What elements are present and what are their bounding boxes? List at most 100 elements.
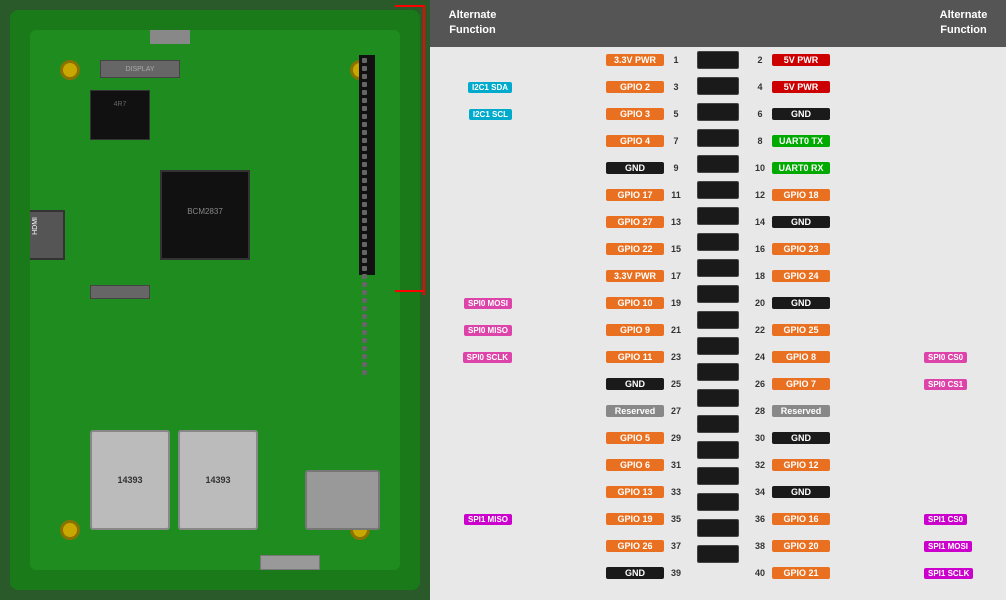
left-pin-row-15: GPIO 631 <box>515 452 688 479</box>
pinout-panel: AlternateFunction AlternateFunction I2C1… <box>430 0 1006 600</box>
connector-pin-2 <box>697 103 739 121</box>
left-alt-row-8 <box>430 263 515 290</box>
header-right-alt: AlternateFunction <box>921 0 1006 47</box>
left-pin-row-14: GPIO 529 <box>515 425 688 452</box>
left-pin-row-12: GND25 <box>515 371 688 398</box>
right-pin-row-6: 14GND <box>748 209 921 236</box>
connector-pin-10 <box>697 311 739 329</box>
left-pin-row-17: GPIO 1935 <box>515 506 688 533</box>
connector-pin-13 <box>697 389 739 407</box>
right-alt-row-18: SPI1 MOSI <box>921 533 1006 560</box>
header-center-right <box>748 0 921 47</box>
left-pin-row-13: Reserved27 <box>515 398 688 425</box>
board-background: DISPLAY BCM2837 4R7 HDMI 14393 <box>10 10 420 590</box>
header-center <box>688 0 748 47</box>
left-pin-row-19: GND39 <box>515 560 688 587</box>
right-pin-row-5: 12GPIO 18 <box>748 182 921 209</box>
right-pin-row-16: 34GND <box>748 479 921 506</box>
right-alt-row-13 <box>921 398 1006 425</box>
right-pin-row-0: 25V PWR <box>748 47 921 74</box>
connector-pin-9 <box>697 285 739 303</box>
right-alt-row-8 <box>921 263 1006 290</box>
left-pin-row-8: 3.3V PWR17 <box>515 263 688 290</box>
usb-label-1: 14393 <box>117 475 142 485</box>
connector-line-bottom <box>395 290 425 292</box>
left-alt-row-3 <box>430 128 515 155</box>
left-alt-row-4 <box>430 155 515 182</box>
hdmi-label: HDMI <box>30 212 41 240</box>
left-alt-row-2: I2C1 SCL <box>430 101 515 128</box>
right-alt-row-4 <box>921 155 1006 182</box>
right-alt-row-15 <box>921 452 1006 479</box>
connector-pin-15 <box>697 441 739 459</box>
right-alt-row-2 <box>921 101 1006 128</box>
connector-line-top <box>395 5 425 7</box>
pinout-header: AlternateFunction AlternateFunction <box>430 0 1006 47</box>
right-alt-row-5 <box>921 182 1006 209</box>
left-pin-row-1: GPIO 23 <box>515 74 688 101</box>
header-left-alt: AlternateFunction <box>430 0 515 47</box>
secondary-chip-label: 4R7 <box>91 91 149 108</box>
right-pin-row-19: 40GPIO 21 <box>748 560 921 587</box>
connector-pin-12 <box>697 363 739 381</box>
connector-pin-0 <box>697 51 739 69</box>
left-alt-row-1: I2C1 SDA <box>430 74 515 101</box>
usb-port-1: 14393 <box>90 430 170 530</box>
left-alt-row-12 <box>430 371 515 398</box>
connector-pin-7 <box>697 233 739 251</box>
main-chip: BCM2837 <box>160 170 250 260</box>
right-alt-row-11: SPI0 CS0 <box>921 344 1006 371</box>
connector-pin-4 <box>697 155 739 173</box>
right-pin-row-1: 45V PWR <box>748 74 921 101</box>
pins-area: I2C1 SDAI2C1 SCLSPI0 MOSISPI0 MISOSPI0 S… <box>430 47 1006 600</box>
right-pin-row-7: 16GPIO 23 <box>748 236 921 263</box>
left-pin-row-11: GPIO 1123 <box>515 344 688 371</box>
left-alt-row-16 <box>430 479 515 506</box>
board-inner: DISPLAY BCM2837 4R7 HDMI 14393 <box>30 30 400 570</box>
left-alt-row-7 <box>430 236 515 263</box>
right-pin-row-3: 8UART0 TX <box>748 128 921 155</box>
left-pin-row-3: GPIO 47 <box>515 128 688 155</box>
left-pin-row-6: GPIO 2713 <box>515 209 688 236</box>
right-alt-row-9 <box>921 290 1006 317</box>
left-alt-row-19 <box>430 560 515 587</box>
right-pin-row-2: 6GND <box>748 101 921 128</box>
right-alt-row-16 <box>921 479 1006 506</box>
left-alt-row-11: SPI0 SCLK <box>430 344 515 371</box>
connector-pin-17 <box>697 493 739 511</box>
pinout-layout: AlternateFunction AlternateFunction I2C1… <box>430 0 1006 600</box>
connector-pin-11 <box>697 337 739 355</box>
left-alt-row-6 <box>430 209 515 236</box>
right-pins-col: 25V PWR45V PWR6GND8UART0 TX10UART0 RX12G… <box>748 47 921 600</box>
chip-label: BCM2837 <box>162 172 248 216</box>
left-alt-row-10: SPI0 MISO <box>430 317 515 344</box>
left-alt-row-0 <box>430 47 515 74</box>
left-pin-row-5: GPIO 1711 <box>515 182 688 209</box>
left-pin-row-4: GND9 <box>515 155 688 182</box>
usb-area: 14393 14393 <box>90 430 258 530</box>
left-alt-row-5 <box>430 182 515 209</box>
left-pin-row-10: GPIO 921 <box>515 317 688 344</box>
left-alt-row-13 <box>430 398 515 425</box>
right-alt-row-1 <box>921 74 1006 101</box>
gpio-pins <box>361 57 375 376</box>
right-pin-row-17: 36GPIO 16 <box>748 506 921 533</box>
connector-pin-16 <box>697 467 739 485</box>
left-alt-row-15 <box>430 452 515 479</box>
connector-pin-8 <box>697 259 739 277</box>
right-pin-row-10: 22GPIO 25 <box>748 317 921 344</box>
right-alt-row-7 <box>921 236 1006 263</box>
usb-port-2: 14393 <box>178 430 258 530</box>
mounting-hole-bl <box>60 520 80 540</box>
right-alt-row-3 <box>921 128 1006 155</box>
right-pin-row-8: 18GPIO 24 <box>748 263 921 290</box>
right-alt-row-12: SPI0 CS1 <box>921 371 1006 398</box>
camera-connector <box>90 285 150 299</box>
left-pin-row-18: GPIO 2637 <box>515 533 688 560</box>
right-alt-col: SPI0 CS0SPI0 CS1SPI1 CS0SPI1 MOSISPI1 SC… <box>921 47 1006 600</box>
secondary-chip: 4R7 <box>90 90 150 140</box>
right-alt-row-0 <box>921 47 1006 74</box>
connector-pin-5 <box>697 181 739 199</box>
ethernet-port <box>305 470 380 530</box>
connector-pin-6 <box>697 207 739 225</box>
